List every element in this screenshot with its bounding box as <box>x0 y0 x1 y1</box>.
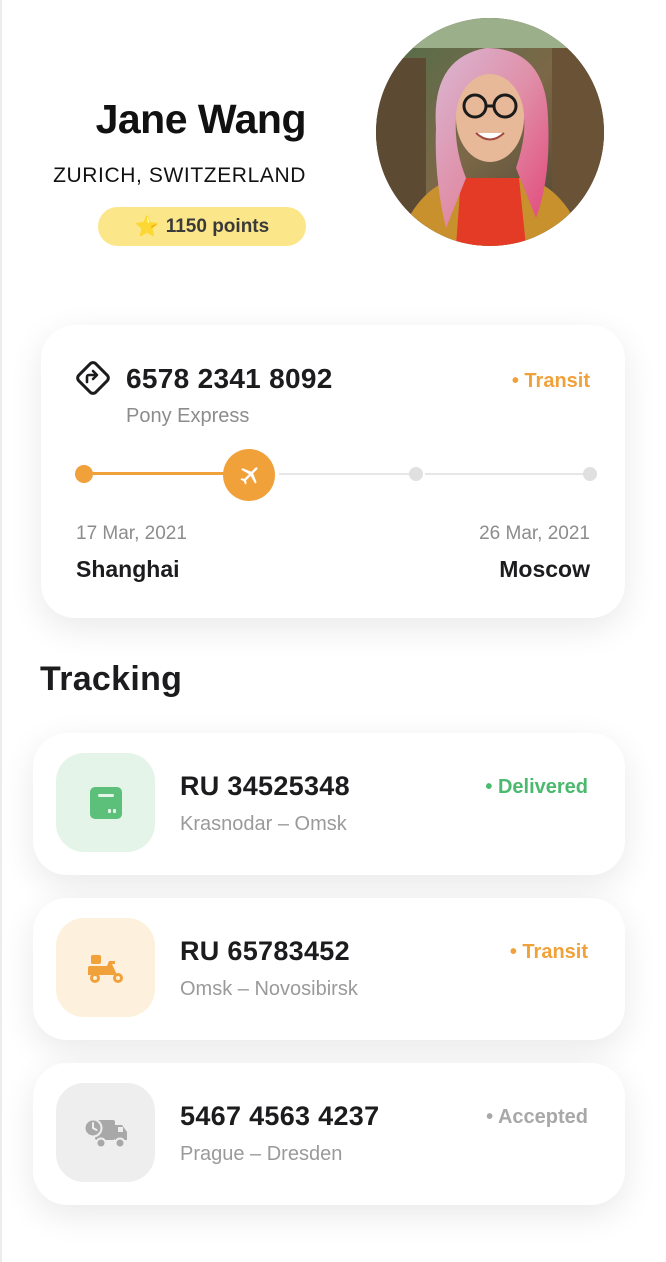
star-icon: ⭐ <box>134 216 160 238</box>
scooter-icon <box>56 918 155 1017</box>
origin-city: Shanghai <box>76 556 180 582</box>
destination-date: 26 Mar, 2021 <box>479 523 590 544</box>
progress-origin-dot <box>75 465 93 483</box>
route-diamond-icon <box>76 361 110 395</box>
delivery-truck-icon <box>56 1083 155 1182</box>
status-badge: • Accepted <box>486 1106 588 1128</box>
progress-destination-dot <box>583 467 597 481</box>
profile-name: Jane Wang <box>95 96 307 142</box>
tracking-item[interactable]: RU 65783452 Omsk – Novosibirsk • Transit <box>33 898 625 1040</box>
box-icon <box>56 753 155 852</box>
tracking-item[interactable]: 5467 4563 4237 Prague – Dresden • Accept… <box>33 1063 625 1205</box>
progress-line-complete <box>89 472 239 475</box>
frame-edge <box>0 0 2 1262</box>
destination-city: Moscow <box>499 556 590 582</box>
profile-location: ZURICH, SWITZERLAND <box>53 164 306 187</box>
shipment-progress <box>75 449 599 501</box>
points-badge[interactable]: ⭐ 1150 points <box>98 207 306 246</box>
status-badge: • Delivered <box>485 776 588 798</box>
progress-line-pending <box>425 473 583 475</box>
shipment-number: 6578 2341 8092 <box>126 363 333 394</box>
tracking-route: Krasnodar – Omsk <box>180 813 347 835</box>
points-label: 1150 points <box>165 215 270 237</box>
tracking-number: 5467 4563 4237 <box>180 1101 380 1131</box>
progress-line-pending <box>279 473 409 475</box>
status-badge: • Transit <box>509 941 588 963</box>
shipment-carrier: Pony Express <box>126 405 250 427</box>
airplane-icon <box>223 449 275 501</box>
tracking-number: RU 34525348 <box>180 771 350 801</box>
tracking-route: Prague – Dresden <box>180 1143 343 1165</box>
avatar[interactable] <box>376 18 604 246</box>
tracking-item[interactable]: RU 34525348 Krasnodar – Omsk • Delivered <box>33 733 625 875</box>
origin-date: 17 Mar, 2021 <box>76 523 187 544</box>
tracking-number: RU 65783452 <box>180 936 350 966</box>
progress-waypoint-dot <box>409 467 423 481</box>
tracking-route: Omsk – Novosibirsk <box>180 978 358 1000</box>
avatar-photo <box>376 18 604 246</box>
section-title: Tracking <box>40 660 183 698</box>
current-shipment-card[interactable]: 6578 2341 8092 Pony Express • Transit 17… <box>41 325 625 618</box>
shipment-status: • Transit <box>511 370 590 392</box>
